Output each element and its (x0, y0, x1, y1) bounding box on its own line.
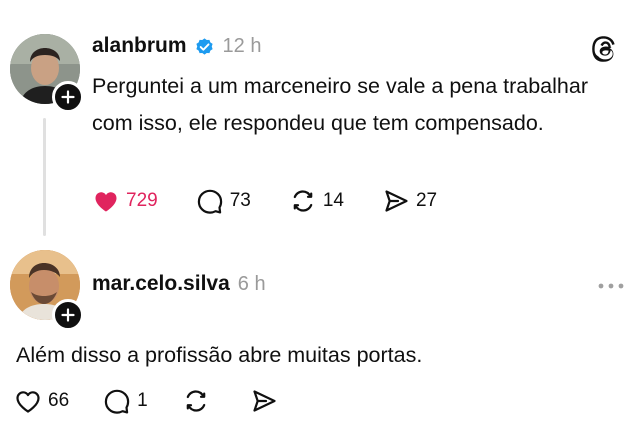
comment-icon (197, 189, 222, 214)
send-icon (253, 390, 276, 412)
repost-button[interactable] (182, 387, 216, 415)
plus-icon (61, 308, 75, 322)
reply-count: 1 (137, 390, 148, 411)
like-button[interactable]: 729 (92, 187, 158, 215)
follow-button[interactable] (52, 81, 84, 113)
repost-count: 14 (322, 190, 344, 211)
username[interactable]: alanbrum (92, 34, 187, 58)
post-header: mar.celo.silva 6 h (92, 270, 266, 298)
thread-connector-line (43, 118, 46, 236)
timestamp: 12 h (222, 34, 262, 57)
heart-filled-icon (95, 192, 117, 212)
repost-button[interactable]: 14 (289, 187, 344, 215)
post-text: Além disso a profissão abre muitas porta… (16, 343, 423, 367)
share-button[interactable] (250, 387, 284, 415)
reply-post: mar.celo.silva 6 h Além disso a profissã… (0, 240, 640, 445)
plus-icon (61, 90, 75, 104)
follow-button[interactable] (52, 299, 84, 331)
action-bar: 729 73 14 27 (92, 184, 475, 218)
post-header: alanbrum 12 h (92, 32, 261, 60)
comment-icon (104, 389, 130, 414)
repost-icon (186, 390, 206, 412)
more-options-icon[interactable] (596, 280, 626, 292)
like-count: 66 (48, 390, 70, 411)
timestamp: 6 h (237, 272, 266, 295)
verified-badge-icon (195, 37, 213, 55)
post-text: Perguntei a um marceneiro se vale a pena… (92, 74, 588, 135)
like-button[interactable]: 66 (14, 387, 69, 415)
repost-icon (293, 190, 313, 212)
reply-count: 73 (229, 190, 251, 211)
reply-button[interactable]: 73 (196, 187, 251, 215)
reply-button[interactable]: 1 (103, 387, 148, 415)
share-button[interactable]: 27 (382, 187, 437, 215)
heart-icon (16, 391, 40, 413)
action-bar: 66 1 (14, 384, 318, 418)
share-count: 27 (415, 190, 438, 211)
thread-post: alanbrum 12 h Perguntei a um marceneiro … (0, 0, 640, 240)
send-icon (385, 190, 408, 212)
like-count: 729 (126, 190, 158, 211)
username[interactable]: mar.celo.silva (92, 272, 230, 296)
